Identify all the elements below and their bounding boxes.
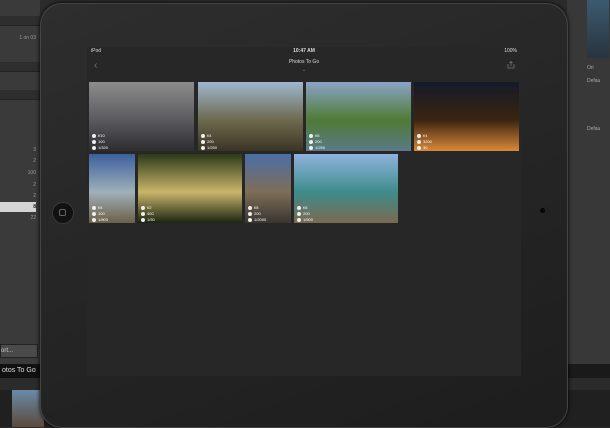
info-icon	[248, 211, 252, 216]
right-label: Defau	[587, 126, 601, 132]
aperture-label: f/2	[141, 205, 151, 210]
shutter-label: 1/2000	[248, 217, 266, 222]
export-button[interactable]: ort...	[0, 344, 38, 358]
status-bar: iPod 10:47 AM 100%	[87, 47, 521, 56]
info-icon	[141, 217, 145, 222]
shutter-label: 1/800	[92, 217, 108, 222]
photo-thumbnail[interactable]: f/8 200 1/2000	[245, 154, 291, 223]
info-icon	[417, 145, 421, 150]
aperture-label: f/8	[309, 133, 319, 138]
left-value: 2	[33, 182, 36, 188]
info-icon	[417, 139, 421, 144]
left-value-selected[interactable]: 8	[0, 202, 36, 212]
camera	[540, 208, 545, 213]
shutter-label: 30	[417, 145, 427, 150]
photo-thumbnail[interactable]: f/2 400 1/50	[138, 154, 242, 223]
aperture-label: f/4	[92, 205, 102, 210]
nav-title: Photos To Go	[288, 59, 320, 65]
ipad-device: iPod 10:47 AM 100% ‹ Photos To Go ⌄ f/10…	[40, 3, 568, 428]
shutter-label: 1/250	[309, 145, 325, 150]
info-icon	[92, 139, 96, 144]
aperture-label: f/4	[417, 133, 427, 138]
info-icon	[92, 211, 96, 216]
photo-thumbnail[interactable]: f/4 200 1/250	[198, 82, 303, 151]
left-panel-row: 1 on 03	[19, 35, 36, 41]
iso-label: 200	[297, 211, 310, 216]
right-label: Ori	[587, 65, 594, 71]
info-icon	[92, 217, 96, 222]
chevron-down-icon[interactable]: ⌄	[300, 67, 308, 73]
iso-label: 400	[141, 211, 154, 216]
battery-label: 100%	[504, 48, 517, 54]
info-icon	[92, 205, 96, 210]
info-icon	[141, 205, 145, 210]
info-icon	[141, 211, 145, 216]
iso-label: 100	[92, 211, 105, 216]
home-button[interactable]	[52, 202, 74, 224]
shutter-label: 1/500	[297, 217, 313, 222]
filmstrip-collection-tab[interactable]: otos To Go	[0, 364, 42, 378]
info-icon	[309, 139, 313, 144]
photo-thumbnail[interactable]: f/4 3200 30	[414, 82, 519, 151]
left-value: 3	[33, 147, 36, 153]
shutter-label: 1/50	[141, 217, 155, 222]
info-icon	[309, 133, 313, 138]
aperture-label: f/8	[297, 205, 307, 210]
info-icon	[92, 133, 96, 138]
info-icon	[92, 145, 96, 150]
panel-header	[0, 16, 40, 26]
info-icon	[417, 133, 421, 138]
info-icon	[201, 145, 205, 150]
panel-header	[0, 62, 40, 72]
info-icon	[297, 205, 301, 210]
aperture-label: f/10	[92, 133, 105, 138]
aperture-label: f/8	[248, 205, 258, 210]
info-icon	[248, 205, 252, 210]
home-button-icon	[59, 209, 66, 216]
left-value: 2	[33, 158, 36, 164]
panel-header	[0, 90, 40, 100]
histogram	[587, 0, 609, 58]
info-icon	[248, 217, 252, 222]
info-icon	[201, 139, 205, 144]
right-label: Defau	[587, 78, 601, 84]
left-panel: 1 on 03 3 2 100 2 2 8 22 ort...	[0, 0, 40, 372]
shutter-label: 1/250	[201, 145, 217, 150]
left-value: 22	[30, 215, 36, 221]
iso-label: 3200	[417, 139, 432, 144]
info-icon	[297, 217, 301, 222]
photo-thumbnail[interactable]: f/4 100 1/800	[89, 154, 135, 223]
aperture-label: f/4	[201, 133, 211, 138]
info-icon	[201, 133, 205, 138]
photo-thumbnail[interactable]: f/8 200 1/500	[294, 154, 398, 223]
share-icon[interactable]	[507, 61, 515, 69]
iso-label: 100	[92, 139, 105, 144]
info-icon	[297, 211, 301, 216]
shutter-label: 1/320	[92, 145, 108, 150]
left-value: 2	[33, 193, 36, 199]
photo-thumbnail[interactable]: f/10 100 1/320	[89, 82, 194, 151]
right-panel: Ori Defau Defau	[567, 0, 610, 372]
nav-bar: ‹ Photos To Go ⌄	[87, 56, 521, 78]
photo-thumbnail[interactable]: f/8 200 1/250	[306, 82, 411, 151]
status-time: 10:47 AM	[293, 48, 315, 54]
iso-label: 200	[309, 139, 322, 144]
info-icon	[309, 145, 313, 150]
iso-label: 200	[201, 139, 214, 144]
iso-label: 200	[248, 211, 261, 216]
ipad-screen: iPod 10:47 AM 100% ‹ Photos To Go ⌄ f/10…	[87, 47, 521, 376]
left-value: 100	[27, 170, 36, 176]
